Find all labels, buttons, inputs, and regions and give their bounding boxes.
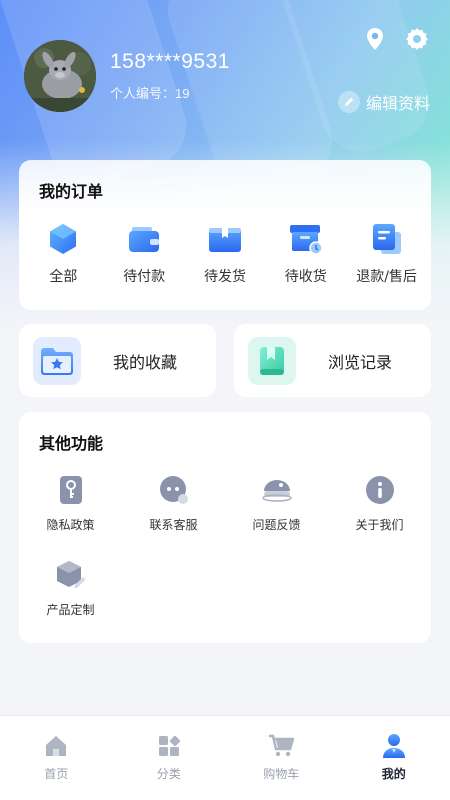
tab-category-label: 分类 (156, 767, 181, 781)
key-icon (55, 474, 87, 506)
order-refund-label: 退款/售后 (356, 269, 417, 285)
tab-cart[interactable]: 购物车 (225, 716, 338, 800)
order-refund[interactable]: 退款/售后 (348, 222, 426, 286)
order-pending-receipt-label: 待收货 (284, 269, 327, 285)
box-open-icon (208, 222, 242, 256)
history-label: 浏览记录 (328, 352, 393, 372)
favorites-card[interactable]: 我的收藏 (19, 324, 216, 397)
feedback-label: 问题反馈 (252, 518, 301, 532)
order-pending-shipment[interactable]: 待发货 (186, 222, 264, 286)
order-status-row: 全部 待付款 待发货 待收货 退款/售后 (19, 222, 431, 286)
functions-grid: 隐私政策 联系客服 问题反馈 关于我们 产品定制 (19, 474, 431, 618)
tab-home-label: 首页 (44, 767, 69, 781)
edit-profile-label: 编辑资料 (365, 94, 430, 113)
orders-title: 我的订单 (39, 182, 104, 201)
about-us-label: 关于我们 (355, 518, 404, 532)
avatar[interactable] (24, 40, 96, 112)
cube-edit-icon (55, 559, 87, 591)
delivery-box-icon (289, 222, 323, 256)
info-icon (364, 474, 396, 506)
favorites-label: 我的收藏 (113, 352, 178, 372)
chat-icon (158, 474, 190, 506)
tab-profile[interactable]: 我的 (338, 716, 450, 800)
feedback-item[interactable]: 问题反馈 (225, 474, 328, 533)
settings-icon[interactable] (404, 26, 430, 52)
pencil-icon (337, 91, 360, 113)
order-all-label: 全部 (49, 269, 78, 285)
about-us-item[interactable]: 关于我们 (328, 474, 431, 533)
tab-home[interactable]: 首页 (0, 716, 113, 800)
header-actions (362, 26, 430, 52)
feedback-icon (261, 474, 293, 506)
order-all[interactable]: 全部 (24, 222, 102, 286)
orders-card: 我的订单 全部 待付款 待发货 待收货 退款/售后 (19, 160, 431, 310)
order-pending-receipt[interactable]: 待收货 (267, 222, 345, 286)
cart-icon (268, 733, 295, 759)
tab-category[interactable]: 分类 (113, 716, 226, 800)
other-functions-card: 其他功能 隐私政策 联系客服 问题反馈 关于我们 产品定制 (19, 412, 431, 643)
bookmark-book-icon (248, 336, 296, 385)
tab-cart-label: 购物车 (263, 767, 300, 781)
category-icon (156, 733, 182, 759)
home-icon (43, 733, 69, 759)
bottom-tab-bar: 首页 分类 购物车 我的 (0, 716, 450, 800)
privacy-policy-item[interactable]: 隐私政策 (19, 474, 122, 533)
refund-doc-icon (370, 222, 404, 256)
star-folder-icon (33, 336, 81, 385)
edit-profile-button[interactable]: 编辑资料 (337, 90, 430, 114)
product-customization-label: 产品定制 (46, 603, 95, 617)
member-id-value: 19 (175, 86, 190, 101)
tab-profile-label: 我的 (381, 767, 406, 781)
order-pending-shipment-label: 待发货 (203, 269, 246, 285)
member-id: 个人编号：19 (110, 83, 230, 102)
customer-service-label: 联系客服 (149, 518, 198, 532)
user-icon (381, 733, 407, 759)
location-icon[interactable] (362, 26, 388, 52)
order-pending-payment[interactable]: 待付款 (105, 222, 183, 286)
profile-section: 158****9531 个人编号：19 (24, 40, 230, 112)
phone-number: 158****9531 (110, 50, 230, 73)
member-id-label: 个人编号： (110, 86, 176, 101)
privacy-policy-label: 隐私政策 (46, 518, 95, 532)
order-pending-payment-label: 待付款 (123, 269, 166, 285)
product-customization-item[interactable]: 产品定制 (19, 559, 122, 618)
history-card[interactable]: 浏览记录 (234, 324, 431, 397)
all-orders-icon (46, 222, 80, 256)
wallet-icon (127, 222, 161, 256)
other-functions-title: 其他功能 (39, 434, 104, 453)
customer-service-item[interactable]: 联系客服 (122, 474, 225, 533)
